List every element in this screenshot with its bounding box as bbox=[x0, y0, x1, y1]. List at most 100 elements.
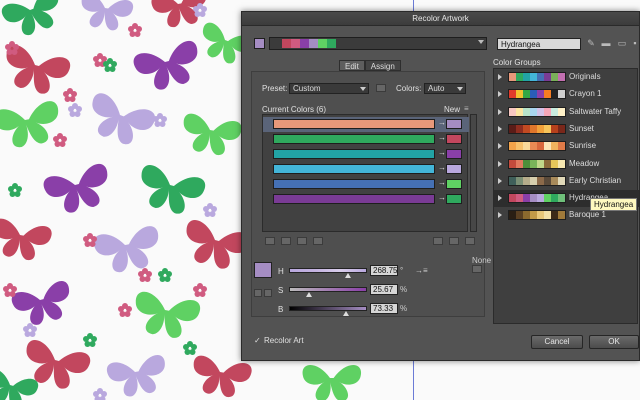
color-row[interactable]: → bbox=[263, 192, 469, 207]
arrow-right-icon[interactable]: → bbox=[438, 118, 446, 127]
tooltip: Hydrangea bbox=[590, 198, 638, 211]
selected-color-swatch[interactable] bbox=[254, 262, 272, 278]
folder-icon[interactable]: ▬ bbox=[601, 38, 611, 49]
arrow-right-icon[interactable]: → bbox=[438, 148, 446, 157]
expand-triangle-icon[interactable] bbox=[498, 125, 502, 132]
current-color-bar[interactable] bbox=[273, 164, 435, 174]
color-group-row[interactable]: Saltwater Taffy bbox=[494, 104, 639, 121]
expand-triangle-icon[interactable] bbox=[498, 143, 502, 150]
group-color-chip bbox=[530, 124, 537, 133]
randomize-order-icon[interactable] bbox=[433, 237, 443, 245]
arrow-right-icon[interactable]: → bbox=[438, 178, 446, 187]
eyedropper-icon[interactable]: ✎ bbox=[586, 38, 596, 49]
hsb-slider[interactable] bbox=[289, 268, 367, 273]
current-color-bar[interactable] bbox=[273, 119, 435, 129]
preset-select[interactable]: Custom bbox=[289, 83, 369, 94]
color-group-row[interactable]: Originals bbox=[494, 69, 639, 86]
arrow-right-icon[interactable]: → bbox=[438, 163, 446, 172]
new-row-icon[interactable] bbox=[313, 237, 323, 245]
group-color-chip bbox=[523, 107, 530, 116]
separate-colors-icon[interactable] bbox=[281, 237, 291, 245]
colors-label: Colors: bbox=[396, 84, 422, 93]
group-color-strip bbox=[508, 158, 566, 169]
arrow-right-icon[interactable]: → bbox=[438, 133, 446, 142]
new-color-swatch[interactable] bbox=[446, 179, 462, 189]
merge-colors-icon[interactable] bbox=[265, 237, 275, 245]
new-color-swatch[interactable] bbox=[446, 119, 462, 129]
expand-triangle-icon[interactable] bbox=[498, 108, 502, 115]
slider-options-icon[interactable]: →≡ bbox=[415, 266, 428, 275]
new-color-swatch[interactable] bbox=[446, 194, 462, 204]
group-name: Meadow bbox=[569, 158, 600, 168]
color-row[interactable]: → bbox=[263, 147, 469, 162]
find-color-icon[interactable] bbox=[465, 237, 475, 245]
group-color-chip bbox=[551, 73, 558, 81]
color-row[interactable]: → bbox=[263, 132, 469, 147]
expand-triangle-icon[interactable] bbox=[498, 212, 502, 219]
color-group-row[interactable]: Early Christian bbox=[494, 173, 639, 190]
color-row[interactable]: → bbox=[263, 117, 469, 132]
preset-options-icon[interactable] bbox=[376, 84, 386, 92]
recolor-art-option[interactable]: ✓ Recolor Art bbox=[254, 336, 304, 345]
colors-table-scrollbar[interactable] bbox=[470, 114, 477, 232]
new-color-swatch[interactable] bbox=[446, 149, 462, 159]
group-color-chip bbox=[523, 124, 530, 133]
group-color-chip bbox=[530, 107, 537, 116]
group-color-chip bbox=[544, 194, 551, 203]
color-group-row[interactable]: Meadow bbox=[494, 156, 639, 173]
current-color-bar[interactable] bbox=[273, 149, 435, 159]
hsb-value-input[interactable]: 73.33 bbox=[370, 303, 398, 314]
current-color-bar[interactable] bbox=[273, 194, 435, 204]
swatch-library-icon[interactable] bbox=[264, 289, 272, 297]
tab-edit[interactable]: Edit bbox=[339, 60, 365, 71]
expand-triangle-icon[interactable] bbox=[498, 195, 502, 202]
new-color-swatch[interactable] bbox=[446, 134, 462, 144]
chevron-down-icon[interactable] bbox=[478, 40, 484, 44]
group-color-chip bbox=[558, 194, 565, 203]
sort-menu-icon[interactable]: ≡ bbox=[464, 104, 469, 113]
hsb-slider[interactable] bbox=[289, 306, 367, 311]
hsb-value-input[interactable]: 268.75 bbox=[370, 265, 398, 276]
color-group-row[interactable]: Crayon 1 bbox=[494, 86, 639, 103]
group-color-chip bbox=[523, 176, 530, 185]
ok-button[interactable]: OK bbox=[589, 335, 639, 349]
color-mode-icon[interactable] bbox=[254, 289, 262, 297]
current-color-bar[interactable] bbox=[273, 179, 435, 189]
coloring-method-icon[interactable] bbox=[472, 265, 482, 273]
randomize-saturation-icon[interactable] bbox=[449, 237, 459, 245]
group-color-chip bbox=[537, 194, 544, 203]
new-color-swatch[interactable] bbox=[446, 164, 462, 174]
color-group-strip[interactable] bbox=[269, 37, 487, 50]
recolor-art-checkbox[interactable]: ✓ bbox=[254, 337, 261, 345]
slider-thumb[interactable] bbox=[306, 292, 313, 297]
dialog-title[interactable]: Recolor Artwork bbox=[242, 12, 639, 26]
color-group-row[interactable]: Sunset bbox=[494, 121, 639, 138]
group-color-chip bbox=[530, 211, 537, 220]
new-label: New bbox=[444, 105, 461, 114]
group-color-chip bbox=[530, 73, 537, 81]
expand-triangle-icon[interactable] bbox=[498, 160, 502, 167]
active-color-swatch[interactable] bbox=[254, 38, 265, 49]
color-group-name-input[interactable]: Hydrangea bbox=[497, 38, 581, 50]
color-row[interactable]: → bbox=[263, 162, 469, 177]
group-color-chip bbox=[551, 159, 558, 168]
expand-triangle-icon[interactable] bbox=[498, 74, 502, 80]
tab-assign[interactable]: Assign bbox=[364, 60, 401, 71]
hsb-value-input[interactable]: 25.67 bbox=[370, 284, 398, 295]
color-row[interactable]: → bbox=[263, 177, 469, 192]
slider-thumb[interactable] bbox=[344, 273, 351, 278]
group-color-chip bbox=[509, 107, 516, 116]
color-group-row[interactable]: Sunrise bbox=[494, 138, 639, 155]
cancel-button[interactable]: Cancel bbox=[531, 335, 583, 349]
trash-icon[interactable]: ▪ bbox=[630, 38, 640, 49]
new-group-icon[interactable]: ▭ bbox=[617, 38, 627, 49]
expand-triangle-icon[interactable] bbox=[498, 91, 502, 98]
group-color-chip bbox=[509, 142, 516, 151]
slider-thumb[interactable] bbox=[342, 311, 349, 316]
hsb-slider[interactable] bbox=[289, 287, 367, 292]
current-color-bar[interactable] bbox=[273, 134, 435, 144]
colors-count-select[interactable]: Auto bbox=[424, 83, 466, 94]
expand-triangle-icon[interactable] bbox=[498, 177, 502, 184]
exclude-colors-icon[interactable] bbox=[297, 237, 307, 245]
arrow-right-icon[interactable]: → bbox=[438, 193, 446, 202]
